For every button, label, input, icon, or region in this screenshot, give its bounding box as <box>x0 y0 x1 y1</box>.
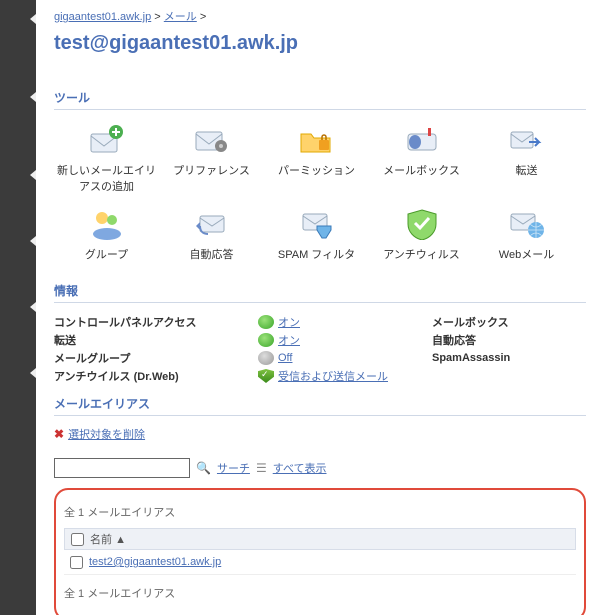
status-on-icon <box>258 315 274 329</box>
tool-antivirus[interactable]: アンチウィルス <box>369 204 474 262</box>
tool-preferences[interactable]: プリファレンス <box>159 120 264 194</box>
mail-plus-icon <box>89 124 125 156</box>
tool-group[interactable]: グループ <box>54 204 159 262</box>
info-value[interactable]: 受信および送信メール <box>278 368 388 384</box>
rail-marker[interactable] <box>30 170 36 180</box>
info-label: アンチウイルス (Dr.Web) <box>54 368 179 384</box>
search-icon: 🔍 <box>196 461 211 475</box>
tool-mailbox[interactable]: メールボックス <box>369 120 474 194</box>
delete-icon: ✖ <box>54 427 64 441</box>
mailbox-icon <box>404 124 440 156</box>
list-count-bottom: 全 1 メールエイリアス <box>64 585 576 601</box>
rail-marker[interactable] <box>30 92 36 102</box>
mail-forward-icon <box>509 124 545 156</box>
mail-gear-icon <box>194 124 230 156</box>
tool-webmail[interactable]: Webメール <box>474 204 579 262</box>
alias-list-box: 全 1 メールエイリアス 名前 ▲ test2@gigaantest01.awk… <box>54 488 586 615</box>
row-checkbox[interactable] <box>70 556 83 569</box>
search-input[interactable] <box>54 458 190 478</box>
table-row: test2@gigaantest01.awk.jp <box>64 550 576 575</box>
section-info: 情報 <box>54 278 586 303</box>
col-name[interactable]: 名前 ▲ <box>90 531 126 547</box>
folder-lock-icon <box>299 124 335 156</box>
rail-marker[interactable] <box>30 14 36 24</box>
spam-filter-icon <box>299 208 335 240</box>
mail-globe-icon <box>509 208 545 240</box>
info-value[interactable]: Off <box>278 352 292 364</box>
info-label: メールグループ <box>54 350 130 366</box>
section-tools: ツール <box>54 85 586 110</box>
table-header: 名前 ▲ <box>64 528 576 550</box>
delete-selected[interactable]: 選択対象を削除 <box>68 429 145 441</box>
tool-spam[interactable]: SPAM フィルタ <box>264 204 369 262</box>
info-label: 転送 <box>54 332 76 348</box>
status-off-icon <box>258 351 274 365</box>
tool-autoresponder[interactable]: 自動応答 <box>159 204 264 262</box>
list-icon: ☰ <box>256 461 267 475</box>
shield-icon <box>258 369 274 383</box>
breadcrumb-mail[interactable]: メール <box>164 11 197 23</box>
section-aliases: メールエイリアス <box>54 391 586 416</box>
info-label: メールボックス <box>432 314 509 330</box>
users-icon <box>89 208 125 240</box>
info-label: SpamAssassin <box>432 352 510 364</box>
left-rail <box>0 0 36 615</box>
info-value[interactable]: オン <box>278 314 300 330</box>
search-button[interactable]: サーチ <box>217 460 250 476</box>
breadcrumb-domain[interactable]: gigaantest01.awk.jp <box>54 11 151 23</box>
list-count-top: 全 1 メールエイリアス <box>64 504 576 520</box>
breadcrumb: gigaantest01.awk.jp > メール > <box>54 8 586 24</box>
show-all-button[interactable]: すべて表示 <box>273 460 327 476</box>
alias-link[interactable]: test2@gigaantest01.awk.jp <box>89 556 221 568</box>
page-title: test@gigaantest01.awk.jp <box>54 32 586 55</box>
tool-permissions[interactable]: パーミッション <box>264 120 369 194</box>
shield-check-icon <box>404 208 440 240</box>
status-on-icon <box>258 333 274 347</box>
tool-forward[interactable]: 転送 <box>474 120 579 194</box>
rail-marker[interactable] <box>30 368 36 378</box>
rail-marker[interactable] <box>30 302 36 312</box>
info-value[interactable]: オン <box>278 332 300 348</box>
info-label: 自動応答 <box>432 332 476 348</box>
mail-reply-icon <box>194 208 230 240</box>
tool-new-alias[interactable]: 新しいメールエイリアスの追加 <box>54 120 159 194</box>
rail-marker[interactable] <box>30 236 36 246</box>
select-all-checkbox[interactable] <box>71 533 84 546</box>
info-label: コントロールパネルアクセス <box>54 314 196 330</box>
